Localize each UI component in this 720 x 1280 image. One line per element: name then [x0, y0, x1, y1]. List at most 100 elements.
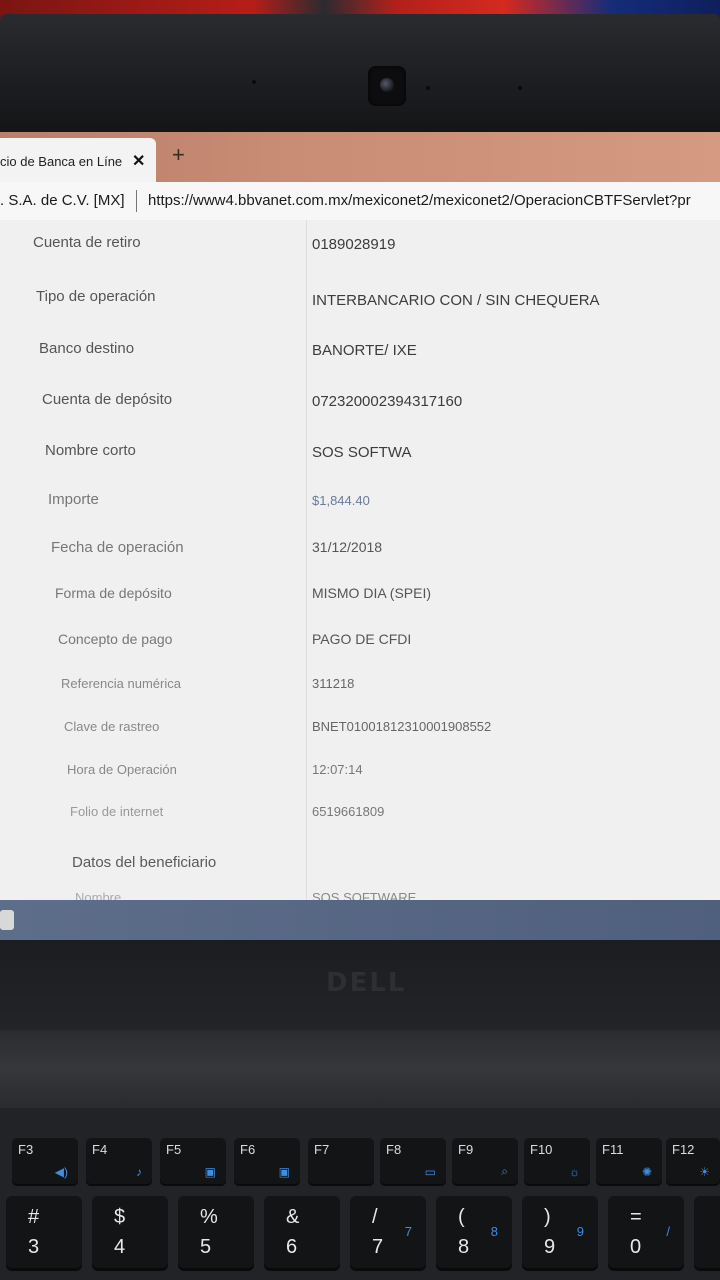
lock-icon: ▣ [204, 1165, 216, 1179]
close-tab-icon[interactable]: ✕ [132, 151, 145, 171]
key-label: F4 [92, 1142, 108, 1157]
key-4[interactable]: $ 4 [92, 1196, 168, 1268]
key-symbol: $ [114, 1206, 126, 1228]
detail-row: Fecha de operación 31/12/2018 [0, 539, 720, 585]
detail-row: Importe $1,844.40 [0, 491, 720, 537]
key-9[interactable]: ) 9 9 [522, 1196, 598, 1268]
url-text[interactable]: https://www4.bbvanet.com.mx/mexiconet2/m… [148, 192, 691, 209]
brightness-up-icon: ☀ [699, 1165, 710, 1179]
key-f11[interactable]: F11 ✺ [596, 1138, 662, 1184]
detail-label: Cuenta de depósito [42, 391, 173, 408]
brightness-down-icon: ☼ [569, 1165, 580, 1179]
key-digit: 6 [286, 1236, 298, 1258]
detail-label: Folio de internet [70, 804, 164, 819]
laptop-screen: cio de Banca en Líne ✕ + . S.A. de C.V. … [0, 132, 720, 940]
sensor-dot [252, 80, 256, 84]
detail-row: Banco destino BANORTE/ IXE [0, 340, 720, 386]
key-symbol: % [200, 1206, 218, 1228]
detail-row: Referencia numérica 311218 [0, 676, 720, 722]
keypad-label: 9 [576, 1224, 584, 1239]
key-label: F12 [672, 1142, 695, 1157]
detail-value: 0189028919 [312, 236, 396, 253]
key-symbol: # [28, 1206, 40, 1228]
address-bar[interactable]: . S.A. de C.V. [MX] https://www4.bbvanet… [0, 182, 720, 221]
detail-value: PAGO DE CFDI [312, 631, 412, 647]
display-icon: ▭ [424, 1165, 436, 1179]
detail-label: Referencia numérica [61, 676, 181, 691]
key-label: F7 [314, 1142, 330, 1157]
lock-icon: ▣ [278, 1165, 290, 1179]
detail-row: Forma de depósito MISMO DIA (SPEI) [0, 585, 720, 631]
dell-logo: DELL [326, 968, 407, 998]
detail-value: 6519661809 [312, 804, 385, 819]
detail-value: MISMO DIA (SPEI) [312, 585, 432, 601]
detail-value: INTERBANCARIO CON / SIN CHEQUERA [312, 292, 600, 309]
key-label: F6 [240, 1142, 256, 1157]
webcam-icon [380, 78, 394, 92]
detail-value: SOS SOFTWA [312, 444, 412, 461]
detail-label: Tipo de operación [36, 288, 156, 305]
detail-value: BANORTE/ IXE [312, 342, 417, 359]
browser-tab[interactable]: cio de Banca en Líne ✕ [0, 138, 156, 182]
chrome-icon[interactable] [0, 910, 14, 930]
key-digit: 8 [458, 1236, 470, 1258]
key-7[interactable]: / 7 7 [350, 1196, 426, 1268]
key-label: F11 [602, 1142, 624, 1157]
key-label: F10 [530, 1142, 553, 1157]
separator [136, 190, 137, 212]
key-digit: 3 [28, 1236, 40, 1258]
detail-label: Fecha de operación [51, 539, 184, 556]
browser-tabbar: cio de Banca en Líne ✕ + [0, 132, 720, 182]
key-5[interactable]: % 5 [178, 1196, 254, 1268]
detail-row: Folio de internet 6519661809 [0, 804, 720, 850]
mic-mute-icon: ♪ [136, 1165, 142, 1179]
key-f10[interactable]: F10 ☼ [524, 1138, 590, 1184]
key-symbol: & [286, 1206, 300, 1228]
key-6[interactable]: & 6 [264, 1196, 340, 1268]
volume-icon: ◀) [54, 1165, 68, 1179]
key-label: F8 [386, 1142, 402, 1157]
detail-label: Concepto de pago [58, 631, 173, 647]
key-f3[interactable]: F3 ◀) [12, 1138, 78, 1184]
key-f5[interactable]: F5 ▣ [160, 1138, 226, 1184]
key-symbol: ) [544, 1206, 551, 1228]
key-f8[interactable]: F8 ▭ [380, 1138, 446, 1184]
tab-title: cio de Banca en Líne [0, 154, 123, 169]
sensor-dot [518, 86, 522, 90]
screen-bezel-top [0, 14, 720, 134]
transfer-details: Cuenta de retiro 0189028919 Tipo de oper… [0, 220, 720, 905]
key-f12[interactable]: F12 ☀ [666, 1138, 720, 1184]
key-label: F5 [166, 1142, 182, 1157]
detail-row: Hora de Operación 12:07:14 [0, 762, 720, 808]
detail-row: Cuenta de depósito 072320002394317160 [0, 391, 720, 437]
laptop-hinge [0, 1030, 720, 1108]
key-f4[interactable]: F4 ♪ [86, 1138, 152, 1184]
key-f9[interactable]: F9 ⌕ [452, 1138, 518, 1184]
detail-row: Tipo de operación INTERBANCARIO CON / SI… [0, 288, 720, 334]
detail-row: Concepto de pago PAGO DE CFDI [0, 631, 720, 677]
key-label: F3 [18, 1142, 34, 1157]
key-label: F9 [458, 1142, 474, 1157]
key-digit: 4 [114, 1236, 126, 1258]
key-3[interactable]: # 3 [6, 1196, 82, 1268]
detail-label: Nombre corto [45, 442, 136, 459]
key-8[interactable]: ( 8 8 [436, 1196, 512, 1268]
new-tab-icon[interactable]: + [172, 142, 185, 168]
key-digit: 0 [630, 1236, 642, 1258]
key-digit: 9 [544, 1236, 556, 1258]
sensor-dot [426, 86, 430, 90]
search-icon: ⌕ [501, 1164, 508, 1178]
detail-value: $1,844.40 [312, 493, 370, 508]
key-question[interactable] [694, 1196, 720, 1268]
detail-label: Cuenta de retiro [33, 234, 141, 251]
key-0[interactable]: = 0 / [608, 1196, 684, 1268]
detail-label: Hora de Operación [67, 762, 177, 777]
detail-label: Banco destino [39, 340, 135, 357]
keypad-label: 8 [490, 1224, 498, 1239]
key-f7[interactable]: F7 [308, 1138, 374, 1184]
key-f6[interactable]: F6 ▣ [234, 1138, 300, 1184]
taskbar [0, 900, 720, 940]
certificate-label[interactable]: . S.A. de C.V. [MX] [0, 192, 125, 209]
key-symbol: = [630, 1206, 642, 1228]
detail-value: 311218 [312, 676, 355, 691]
